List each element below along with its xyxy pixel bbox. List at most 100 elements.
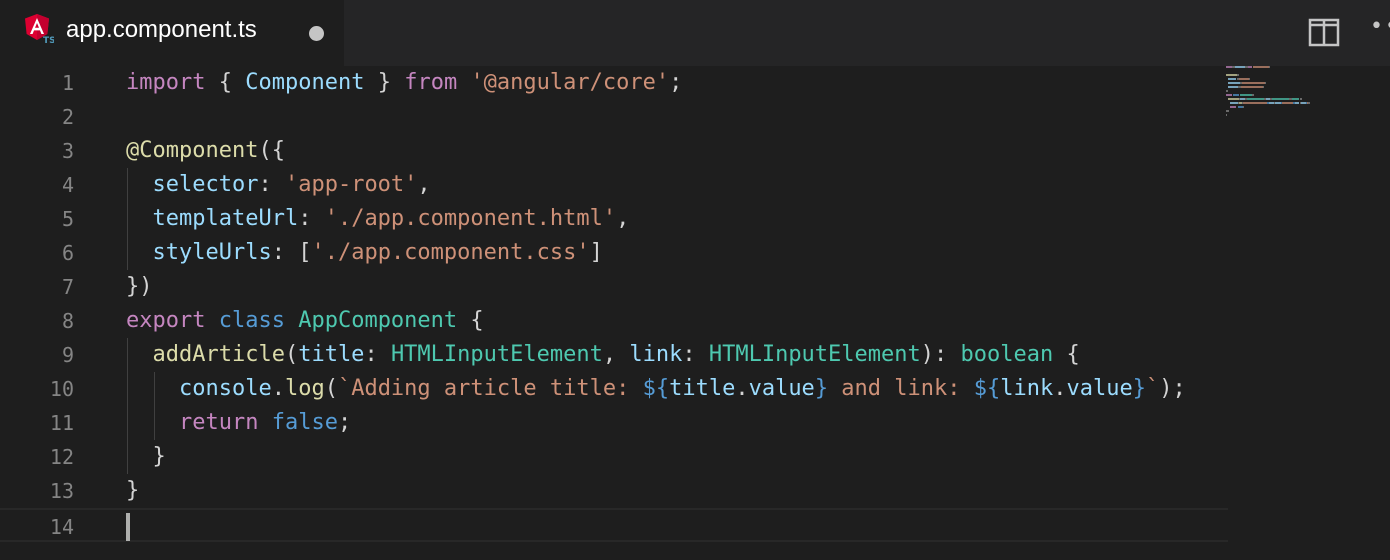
code-text: styleUrls: ['./app.component.css'] [126, 236, 603, 270]
split-editor-icon[interactable] [1308, 18, 1340, 48]
code-token: styleUrls [152, 240, 272, 265]
code-line[interactable]: 1 import { Component } from '@angular/cor… [0, 66, 1228, 100]
code-token: } [814, 376, 829, 401]
line-number: 8 [61, 309, 74, 333]
code-line[interactable]: 13} [0, 474, 1228, 508]
code-token: from [404, 70, 458, 95]
code-line[interactable]: 2 [0, 100, 1228, 134]
code-token: title [669, 376, 736, 401]
code-token: } [126, 444, 166, 469]
minimap-token [1226, 94, 1233, 96]
minimap-token [1281, 102, 1294, 104]
line-number: 1 [61, 71, 74, 95]
code-line[interactable]: 8 export class AppComponent { [0, 304, 1228, 338]
code-line[interactable]: 10 console.log(`Adding article title: ${… [0, 372, 1228, 406]
code-token: class [218, 308, 285, 333]
line-number: 2 [61, 105, 74, 129]
code-text: @Component({ [126, 134, 285, 168]
minimap-token [1247, 98, 1264, 100]
code-token: console [178, 376, 272, 401]
minimap[interactable] [1226, 66, 1366, 126]
code-line[interactable]: 9 addArticle(title: HTMLInputElement, li… [0, 338, 1228, 372]
code-token: } [1132, 376, 1146, 401]
code-token: HTMLInputElement [390, 342, 603, 367]
code-token: . [1053, 376, 1067, 401]
line-number: 10 [49, 377, 74, 401]
minimap-token [1239, 94, 1253, 96]
code-text: export class AppComponent { [126, 304, 484, 338]
code-line[interactable]: 14 [0, 508, 1228, 542]
minimap-token [1252, 94, 1255, 96]
code-token: , [602, 342, 630, 367]
code-token: templateUrl [152, 206, 299, 231]
text-cursor [126, 513, 130, 541]
code-token: link [1000, 376, 1054, 401]
line-number: 6 [61, 241, 74, 265]
code-token: . [735, 376, 749, 401]
code-text: } [126, 474, 139, 508]
code-token: AppComponent [298, 308, 458, 333]
minimap-token [1292, 98, 1300, 100]
minimap-token [1272, 98, 1289, 100]
code-token: ${ [642, 376, 670, 401]
indent-guide [127, 168, 128, 270]
code-line[interactable]: 6 styleUrls: ['./app.component.css'] [0, 236, 1228, 270]
code-line[interactable]: 5 templateUrl: './app.component.html', [0, 202, 1228, 236]
code-token: boolean [960, 342, 1054, 367]
code-token: import [126, 70, 206, 95]
code-token: } [126, 478, 140, 503]
minimap-token [1230, 102, 1238, 104]
minimap-token [1253, 66, 1270, 68]
code-text: addArticle(title: HTMLInputElement, link… [126, 338, 1080, 372]
code-token: }) [126, 274, 153, 299]
editor-tab[interactable]: TS app.component.ts [0, 0, 344, 66]
minimap-token [1226, 110, 1230, 112]
code-line[interactable]: 4 selector: 'app-root', [0, 168, 1228, 202]
minimap-token [1242, 102, 1267, 104]
line-number: 14 [49, 515, 74, 539]
more-actions-icon[interactable]: •• [1370, 14, 1390, 48]
minimap-token [1226, 114, 1228, 116]
minimap-token [1233, 94, 1239, 96]
minimap-token [1226, 90, 1229, 92]
code-token: : [ [271, 240, 312, 265]
code-token: log [284, 376, 325, 401]
code-token: } [364, 70, 405, 95]
tab-bar: TS app.component.ts •• [0, 0, 1390, 66]
minimap-token [1236, 74, 1239, 76]
unsaved-changes-dot-icon[interactable] [309, 26, 324, 41]
minimap-token [1226, 74, 1237, 76]
minimap-token [1230, 106, 1237, 108]
code-text: import { Component } from '@angular/core… [126, 66, 682, 100]
code-line[interactable]: 12 } [0, 440, 1228, 474]
code-editor[interactable]: 1 import { Component } from '@angular/cor… [0, 66, 1390, 560]
code-line[interactable]: 11 return false; [0, 406, 1228, 440]
code-token: './app.component.css' [311, 240, 590, 265]
minimap-token [1269, 66, 1271, 68]
minimap-token [1248, 66, 1253, 68]
minimap-token [1249, 78, 1251, 80]
code-line[interactable]: 3 @Component({ [0, 134, 1228, 168]
line-number: 4 [61, 173, 74, 197]
code-token: { [457, 308, 484, 333]
code-token: ` [1145, 376, 1160, 401]
code-token: @Component [126, 138, 259, 163]
code-token: ; [669, 70, 683, 95]
line-number: 9 [61, 343, 74, 367]
code-token: value [748, 376, 815, 401]
code-token: selector [152, 172, 259, 197]
line-number: 13 [49, 479, 74, 503]
minimap-token [1242, 106, 1244, 108]
code-token: './app.component.html' [324, 206, 617, 231]
code-token: export [126, 308, 206, 333]
code-line[interactable]: 7}) [0, 270, 1228, 304]
code-token: , [417, 172, 431, 197]
code-token: and link: [828, 376, 974, 401]
minimap-token [1228, 98, 1239, 100]
